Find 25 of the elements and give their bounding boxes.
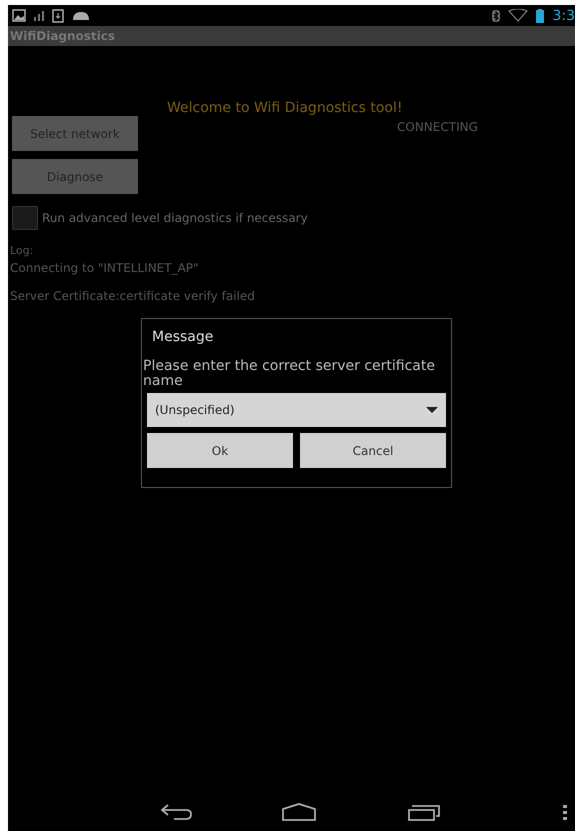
log-label: Log:: [10, 244, 34, 257]
welcome-text: Welcome to Wifi Diagnostics tool!: [167, 100, 404, 116]
back-icon[interactable]: [160, 803, 194, 821]
log-line: Server Certificate:certificate verify failed: [10, 289, 256, 303]
wifi-icon: [508, 9, 528, 22]
dialog-message: Please enter the correct server certificate name: [143, 359, 436, 389]
app-title: WifiDiagnostics: [10, 29, 116, 43]
bluetooth-icon: [492, 10, 500, 22]
connection-status: CONNECTING: [397, 120, 478, 134]
log-line: Connecting to "INTELLINET_AP": [10, 261, 200, 275]
signal-icon: [34, 10, 44, 20]
recent-apps-icon[interactable]: [408, 803, 442, 821]
home-icon[interactable]: [281, 803, 317, 821]
overflow-menu-icon[interactable]: [563, 805, 567, 821]
clock: 3:3: [552, 8, 575, 24]
certificate-dropdown[interactable]: (Unspecified): [147, 393, 446, 427]
cancel-button[interactable]: Cancel: [300, 433, 446, 468]
battery-icon: [536, 8, 544, 22]
checkbox[interactable]: [12, 206, 38, 230]
dropdown-caret-icon: [426, 407, 438, 413]
ok-button[interactable]: Ok: [147, 433, 293, 468]
picture-icon: [12, 9, 26, 22]
checkbox-label: Run advanced level diagnostics if necessary: [42, 211, 308, 225]
download-icon: [52, 8, 64, 22]
dialog-title: Message: [152, 329, 214, 345]
